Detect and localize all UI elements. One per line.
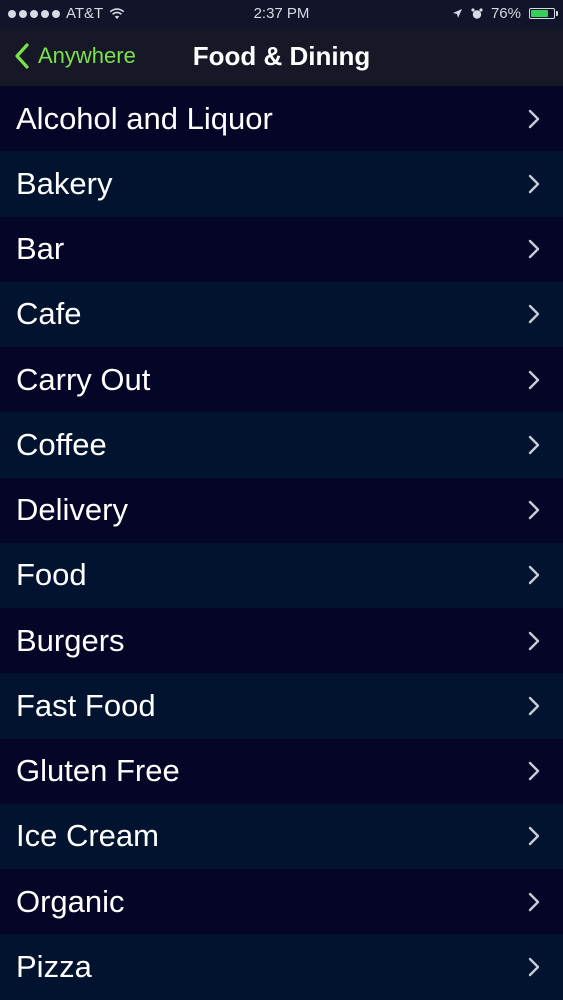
location-arrow-icon: [452, 9, 462, 18]
chevron-right-icon: [528, 435, 540, 455]
list-item[interactable]: Cafe: [0, 281, 563, 347]
battery-fill: [531, 10, 548, 17]
list-item[interactable]: Delivery: [0, 477, 563, 543]
list-item-label: Bakery: [16, 165, 113, 201]
list-item-label: Food: [16, 557, 87, 593]
chevron-right-icon: [528, 174, 540, 194]
battery-icon: [529, 8, 558, 19]
list-item[interactable]: Gluten Free: [0, 738, 563, 804]
navigation-bar: Anywhere Food & Dining: [0, 28, 563, 86]
list-item[interactable]: Food: [0, 542, 563, 608]
list-item-label: Delivery: [16, 492, 128, 528]
list-item[interactable]: Carry Out: [0, 347, 563, 413]
list-item[interactable]: Organic: [0, 869, 563, 935]
list-item-label: Cafe: [16, 296, 82, 332]
category-list: Alcohol and Liquor Bakery Bar Cafe Carry Out…: [0, 86, 563, 1000]
chevron-right-icon: [528, 892, 540, 911]
list-item-label: Alcohol and Liquor: [16, 100, 273, 136]
list-item[interactable]: Pizza: [0, 934, 563, 1000]
list-item-label: Fast Food: [16, 687, 156, 723]
chevron-right-icon: [528, 631, 540, 650]
status-bar: AT&T 2:37 PM 76%: [0, 0, 563, 28]
list-item-label: Ice Cream: [16, 818, 159, 854]
list-item-label: Burgers: [16, 622, 125, 658]
battery-percent: 76%: [490, 5, 521, 22]
chevron-right-icon: [528, 500, 540, 520]
list-item[interactable]: Bar: [0, 216, 563, 282]
chevron-right-icon: [528, 696, 540, 716]
chevron-right-icon: [528, 827, 540, 846]
page-title: Food & Dining: [192, 41, 371, 71]
list-item[interactable]: Bakery: [0, 151, 563, 217]
chevron-right-icon: [528, 109, 540, 128]
list-item-label: Carry Out: [16, 361, 151, 397]
list-item-label: Pizza: [16, 948, 92, 984]
list-item-label: Coffee: [16, 426, 107, 462]
list-item-label: Bar: [16, 231, 65, 267]
chevron-right-icon: [528, 239, 540, 259]
list-item[interactable]: Alcohol and Liquor: [0, 86, 563, 152]
list-item[interactable]: Fast Food: [0, 673, 563, 739]
list-item-label: Organic: [16, 883, 125, 919]
chevron-right-icon: [528, 957, 540, 977]
list-item[interactable]: Burgers: [0, 608, 563, 674]
list-item-label: Gluten Free: [16, 753, 180, 789]
chevron-right-icon: [528, 761, 540, 781]
list-item[interactable]: Coffee: [0, 412, 563, 478]
chevron-right-icon: [528, 566, 540, 585]
chevron-right-icon: [528, 370, 540, 389]
alarm-icon: [471, 7, 483, 19]
status-right: 76%: [452, 5, 558, 22]
chevron-right-icon: [528, 305, 540, 324]
list-item[interactable]: Ice Cream: [0, 803, 563, 869]
